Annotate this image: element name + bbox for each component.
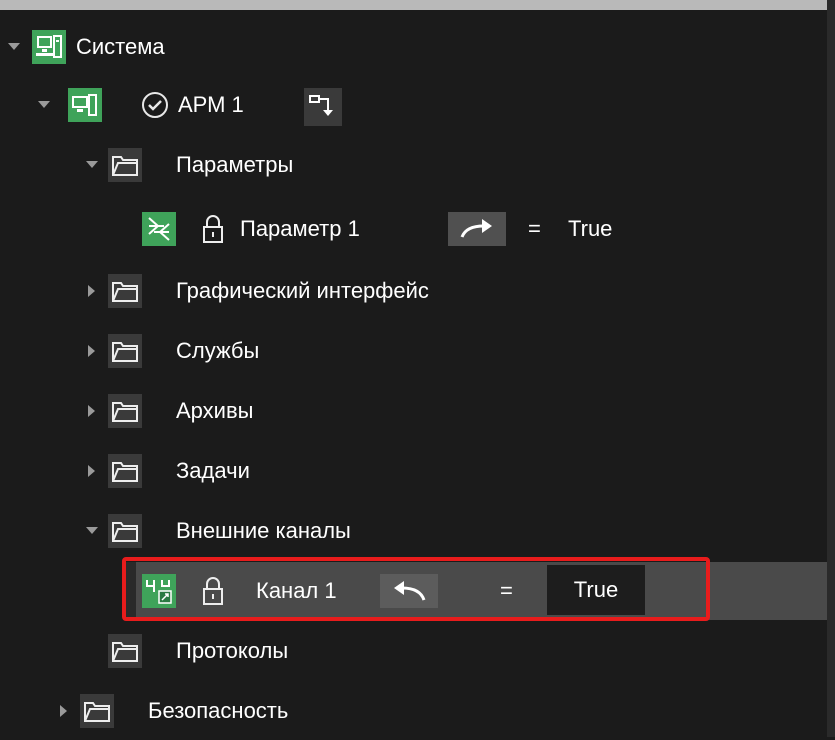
folder-icon [108,334,142,368]
tree-node-label: Параметр 1 [240,216,360,241]
tree-node-label: Протоколы [176,638,289,663]
tree-node-gui[interactable]: Графический интерфейс [0,262,827,320]
tree-node-parameters[interactable]: Параметры [0,136,827,194]
top-border [0,0,835,10]
download-arrow-icon[interactable] [304,88,342,126]
tree-node-parameter-1[interactable]: Параметр 1 = True [0,200,827,258]
expand-toggle-icon[interactable] [38,101,50,108]
tree-node-archives[interactable]: Архивы [0,382,827,440]
redo-arrow-icon[interactable] [448,212,506,246]
network-computer-icon [32,30,66,64]
expand-toggle-icon[interactable] [86,527,98,534]
expand-toggle-icon[interactable] [60,705,67,717]
expand-toggle-icon[interactable] [8,43,20,50]
expand-toggle-icon[interactable] [88,405,95,417]
expand-toggle-icon[interactable] [88,345,95,357]
tree-node-security[interactable]: Безопасность [0,682,827,740]
tree-node-label: Службы [176,338,260,363]
expand-toggle-icon[interactable] [88,285,95,297]
folder-icon [108,148,142,182]
tree-node-tasks[interactable]: Задачи [0,442,827,500]
workstation-icon [68,88,102,122]
tree-node-label: Безопасность [148,698,289,723]
equals-sign: = [528,216,541,241]
folder-icon [108,454,142,488]
tree-node-label: Параметры [176,152,294,177]
check-circle-icon [142,92,168,118]
tree-node-arm[interactable]: АРМ 1 [0,76,827,134]
folder-icon [108,274,142,308]
folder-icon [108,514,142,548]
lock-icon [202,214,224,244]
tree-node-system[interactable]: Система [0,18,827,76]
tree-node-label: Система [76,34,165,59]
expand-toggle-icon[interactable] [88,465,95,477]
tree-node-label: Задачи [176,458,250,483]
tree-node-label: Внешние каналы [176,518,351,543]
highlight-frame [122,557,710,621]
tree-node-protocols[interactable]: Протоколы [0,622,827,680]
folder-icon [108,394,142,428]
tree-view: Система АРМ 1 Параметры Параметр 1 = Tru… [0,0,835,737]
expand-toggle-icon[interactable] [86,161,98,168]
parameter-value[interactable]: True [568,216,612,242]
scrollbar-track[interactable] [827,0,835,737]
folder-icon [80,694,114,728]
tree-node-services[interactable]: Службы [0,322,827,380]
transfer-arrows-icon [142,212,176,246]
tree-node-label: Графический интерфейс [176,278,429,303]
tree-node-label: АРМ 1 [178,92,244,117]
tree-node-label: Архивы [176,398,254,423]
folder-icon [108,634,142,668]
tree-node-external-channels[interactable]: Внешние каналы [0,502,827,560]
